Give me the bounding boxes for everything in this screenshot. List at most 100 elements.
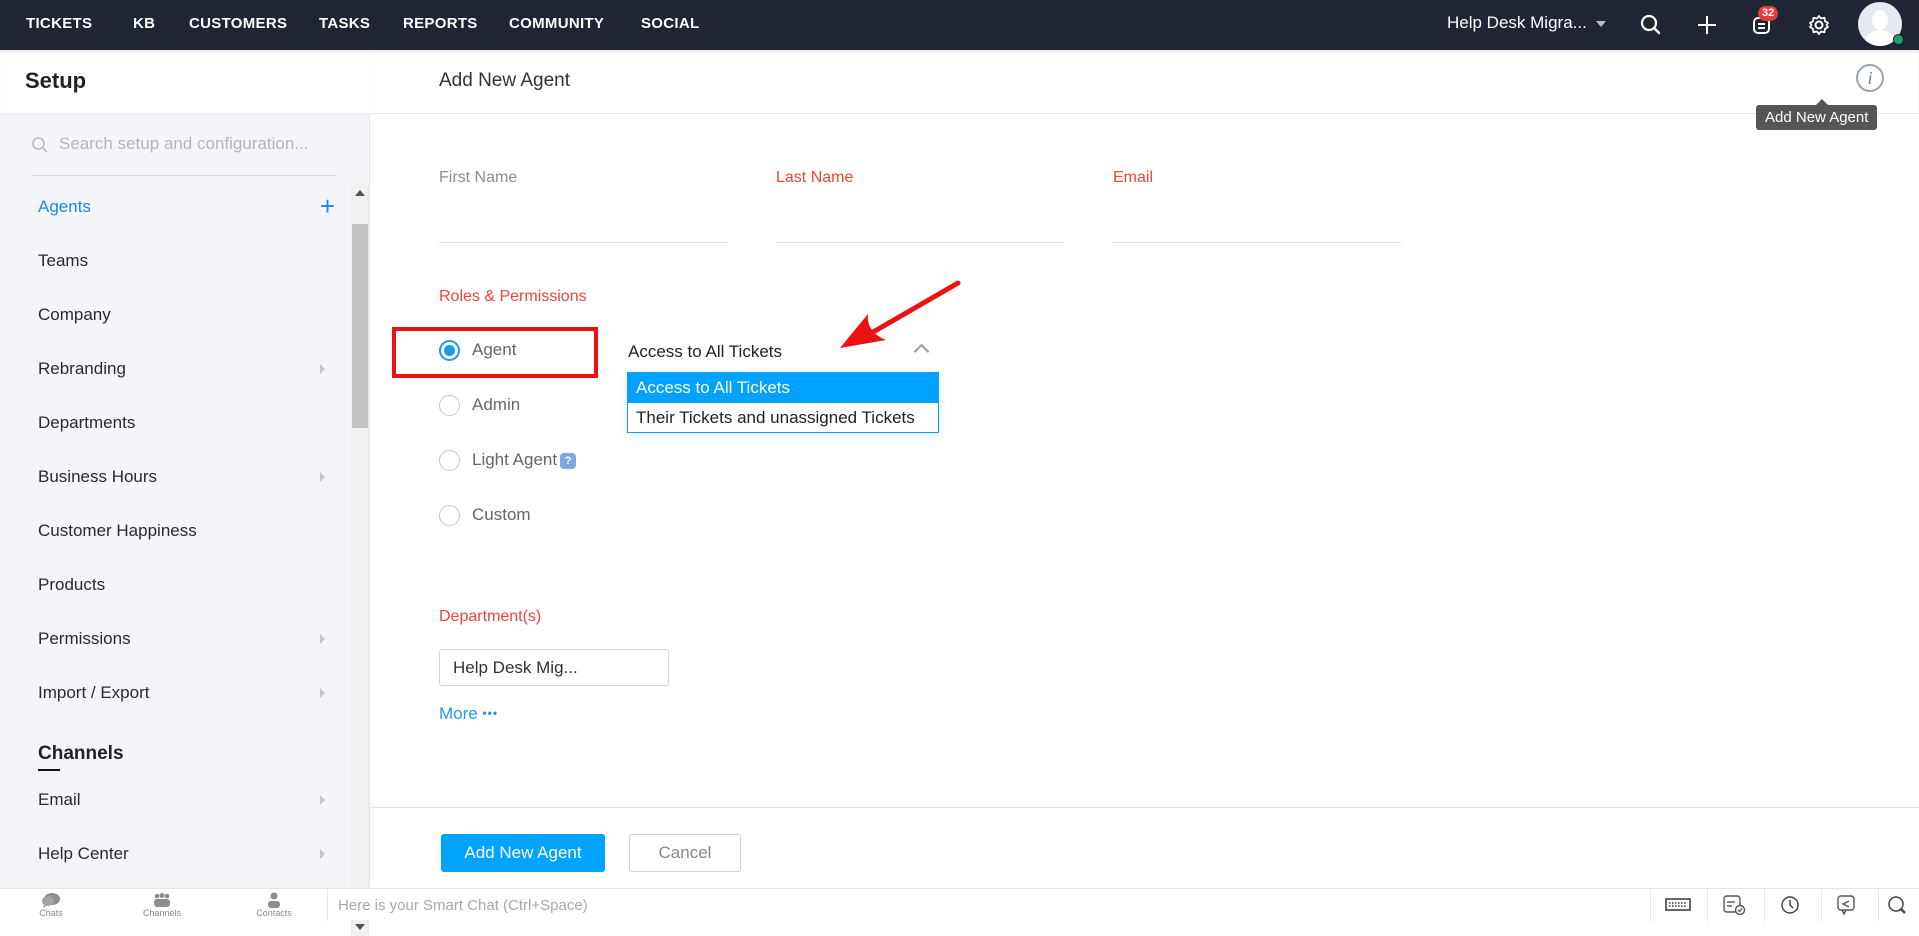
sidebar-item-label: Products — [38, 575, 106, 594]
sidebar-item-label: Customer Happiness — [38, 521, 197, 540]
sidebar-item-label: Help Center — [38, 844, 129, 863]
chevron-right-icon — [320, 472, 325, 482]
sidebar-item-departments[interactable]: Departments — [38, 403, 333, 443]
sidebar-item-permissions[interactable]: Permissions — [38, 619, 333, 659]
department-select[interactable]: Help Desk Mig... — [439, 649, 669, 686]
plus-icon[interactable] — [1694, 12, 1720, 38]
more-dots-icon: ••• — [482, 706, 499, 720]
cancel-button[interactable]: Cancel — [629, 834, 741, 872]
avatar-body-shape — [1865, 30, 1895, 46]
page-header: Add New Agent i — [371, 50, 1919, 114]
sidebar-item-email[interactable]: Email — [38, 780, 333, 820]
bottom-tab-channels[interactable]: Channels — [122, 889, 202, 921]
chevron-right-icon — [320, 849, 325, 859]
sidebar-item-help-center[interactable]: Help Center — [38, 834, 333, 874]
add-agent-plus-icon[interactable]: + — [320, 187, 335, 225]
email-label: Email — [1113, 169, 1154, 186]
search-icon[interactable] — [1878, 889, 1919, 921]
sidebar-item-company[interactable]: Company — [38, 295, 333, 335]
setup-sidebar: Setup Agents + Teams Company Rebranding … — [0, 50, 370, 936]
info-tooltip: Add New Agent — [1756, 99, 1878, 130]
nav-tickets[interactable]: TICKETS — [26, 15, 92, 32]
dropdown-option-all-tickets[interactable]: Access to All Tickets — [628, 373, 938, 403]
chevron-right-icon — [320, 688, 325, 698]
sidebar-item-label: Business Hours — [38, 467, 158, 486]
sidebar-item-label: Rebranding — [38, 359, 126, 378]
nav-tasks[interactable]: TASKS — [319, 15, 370, 32]
scroll-down-arrow-icon[interactable] — [355, 924, 365, 930]
nav-social[interactable]: SOCIAL — [641, 15, 699, 32]
bottom-tab-contacts[interactable]: Contacts — [234, 889, 314, 921]
sidebar-item-label: Agents — [38, 197, 91, 216]
ticket-access-dropdown[interactable]: Access to All Tickets — [628, 342, 782, 362]
nav-reports[interactable]: REPORTS — [403, 15, 478, 32]
clock-icon[interactable] — [1764, 889, 1816, 921]
share-icon[interactable] — [1821, 889, 1873, 921]
search-icon[interactable] — [1638, 12, 1664, 38]
section-title: Channels — [38, 743, 124, 764]
sidebar-item-agents[interactable]: Agents + — [38, 187, 335, 227]
org-switcher[interactable]: Help Desk Migra... — [1447, 13, 1587, 33]
help-icon[interactable]: ? — [560, 452, 577, 469]
keyboard-icon[interactable] — [1650, 889, 1702, 921]
smart-chat-input[interactable] — [327, 889, 1617, 921]
sidebar-section-channels: Channels — [38, 743, 124, 771]
sidebar-item-label: Teams — [38, 251, 89, 270]
last-name-input[interactable] — [776, 203, 1064, 237]
setup-menu: Agents + Teams Company Rebranding Depart… — [0, 180, 350, 885]
first-name-field: First Name — [439, 169, 727, 243]
online-status-indicator — [1893, 34, 1904, 45]
chevron-right-icon — [320, 634, 325, 644]
email-input[interactable] — [1113, 203, 1401, 237]
first-name-input[interactable] — [439, 203, 727, 237]
section-underline — [38, 769, 60, 771]
search-icon — [31, 136, 49, 159]
avatar-head-shape — [1872, 10, 1888, 30]
annotation-arrow-icon — [840, 280, 961, 348]
setup-search — [31, 126, 337, 176]
sidebar-item-rebranding[interactable]: Rebranding — [38, 349, 333, 389]
scroll-up-arrow-icon[interactable] — [355, 190, 365, 196]
tab-label: Channels — [142, 908, 182, 918]
sidebar-item-label: Permissions — [38, 629, 131, 648]
role-label: Custom — [472, 505, 531, 524]
ticket-access-options: Access to All Tickets Their Tickets and … — [627, 372, 939, 433]
sidebar-item-label: Departments — [38, 413, 136, 432]
setup-search-input[interactable] — [59, 134, 337, 154]
nav-kb[interactable]: KB — [133, 15, 155, 32]
caret-down-icon[interactable] — [1596, 21, 1606, 27]
gear-icon[interactable] — [1806, 12, 1832, 38]
chevron-right-icon — [320, 364, 325, 374]
role-label: Admin — [472, 395, 521, 414]
page-title: Add New Agent — [439, 70, 570, 91]
nav-customers[interactable]: CUSTOMERS — [189, 15, 287, 32]
scrollbar-thumb[interactable] — [352, 224, 368, 428]
nav-community[interactable]: COMMUNITY — [509, 15, 604, 32]
sidebar-header: Setup — [0, 50, 370, 115]
first-name-label: First Name — [439, 169, 518, 186]
radio-button[interactable] — [439, 450, 460, 471]
bottom-tab-chats[interactable]: Chats — [11, 889, 91, 921]
radio-button[interactable] — [439, 505, 460, 526]
role-label: Light Agent? — [472, 450, 577, 470]
sidebar-item-products[interactable]: Products — [38, 565, 333, 605]
add-new-agent-button[interactable]: Add New Agent — [441, 834, 605, 872]
checklist-icon[interactable] — [1707, 889, 1759, 921]
radio-button[interactable] — [439, 395, 460, 416]
bottom-bar: Chats Channels Contacts — [0, 888, 1919, 921]
more-link[interactable]: More ••• — [439, 704, 498, 724]
sidebar-item-import-export[interactable]: Import / Export — [38, 673, 333, 713]
email-field: Email — [1113, 169, 1401, 243]
annotation-highlight-box — [392, 327, 598, 378]
sidebar-item-teams[interactable]: Teams — [38, 241, 333, 281]
chevron-right-icon — [320, 795, 325, 805]
roles-permissions-label: Roles & Permissions — [439, 288, 587, 305]
sidebar-item-business-hours[interactable]: Business Hours — [38, 457, 333, 497]
info-icon[interactable]: i — [1856, 64, 1884, 92]
sidebar-item-customer-happiness[interactable]: Customer Happiness — [38, 511, 333, 551]
dropdown-option-their-tickets[interactable]: Their Tickets and unassigned Tickets — [628, 403, 938, 433]
more-link-label: More — [439, 704, 478, 723]
sidebar-scrollbar[interactable] — [351, 184, 369, 936]
last-name-label: Last Name — [776, 169, 854, 186]
chevron-up-icon[interactable] — [913, 343, 930, 360]
